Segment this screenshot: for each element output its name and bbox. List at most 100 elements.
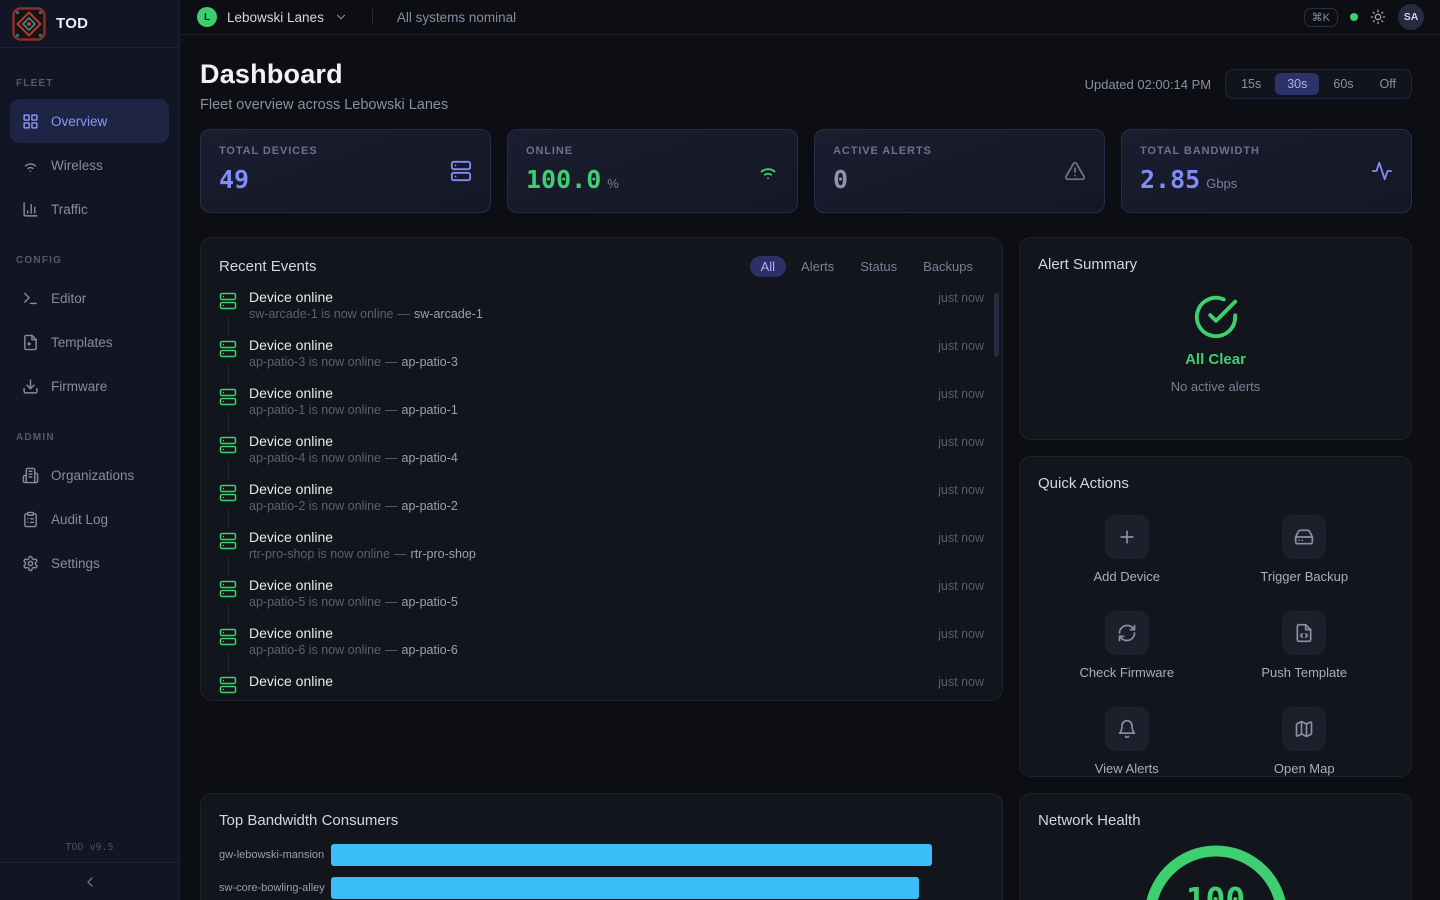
event-separator: — bbox=[385, 643, 398, 657]
wifi-icon bbox=[757, 160, 779, 182]
event-device: sw-arcade-1 bbox=[414, 307, 483, 321]
server-icon bbox=[219, 580, 237, 598]
topbar-divider bbox=[372, 9, 373, 25]
event-description: sw-arcade-1 is now online—sw-arcade-1 bbox=[249, 307, 483, 321]
bar-chart-icon bbox=[22, 201, 39, 218]
sidebar-header: TOD bbox=[0, 0, 179, 48]
refresh-option-15s[interactable]: 15s bbox=[1229, 73, 1273, 95]
event-device: ap-patio-4 bbox=[402, 451, 458, 465]
event-desc-text: ap-patio-3 is now online bbox=[249, 355, 381, 369]
event-desc-text: ap-patio-1 is now online bbox=[249, 403, 381, 417]
event-row[interactable]: Device online just now ap-patio-1 is now… bbox=[219, 385, 984, 433]
event-title: Device online bbox=[249, 673, 333, 689]
org-avatar: L bbox=[197, 7, 217, 27]
main-area: L Lebowski Lanes All systems nominal ⌘K … bbox=[180, 0, 1440, 900]
building-icon bbox=[22, 467, 39, 484]
event-desc-text: rtr-pro-shop is now online bbox=[249, 547, 390, 561]
topbar-right: ⌘K SA bbox=[1304, 4, 1424, 30]
event-time: just now bbox=[938, 675, 984, 689]
sidebar-collapse-button[interactable] bbox=[0, 862, 179, 900]
org-switcher[interactable] bbox=[334, 10, 348, 24]
event-row[interactable]: Device online just now rtr-pro-shop is n… bbox=[219, 529, 984, 577]
theme-toggle-button[interactable] bbox=[1370, 9, 1386, 25]
bandwidth-device-label: sw-core-bowling-alley bbox=[219, 882, 331, 894]
event-filters: All Alerts Status Backups bbox=[750, 256, 984, 277]
event-row[interactable]: Device online just now ap-patio-3 is now… bbox=[219, 337, 984, 385]
page-content: Dashboard Fleet overview across Lebowski… bbox=[180, 35, 1440, 900]
event-title: Device online bbox=[249, 289, 333, 305]
event-time: just now bbox=[938, 531, 984, 545]
bandwidth-panel: Top Bandwidth Consumers gw-lebowski-mans… bbox=[200, 793, 1003, 900]
sidebar-item-traffic[interactable]: Traffic bbox=[10, 187, 169, 231]
filter-backups[interactable]: Backups bbox=[912, 256, 984, 277]
right-column: Alert Summary All Clear No active alerts… bbox=[1019, 237, 1412, 777]
add-device-button[interactable]: Add Device bbox=[1038, 515, 1216, 584]
command-palette-button[interactable]: ⌘K bbox=[1304, 8, 1338, 27]
action-label: Trigger Backup bbox=[1260, 569, 1348, 584]
bandwidth-device-label: gw-lebowski-mansion bbox=[219, 849, 331, 861]
event-description: ap-patio-4 is now online—ap-patio-4 bbox=[249, 451, 458, 465]
refresh-icon bbox=[1117, 623, 1137, 643]
sidebar-item-label: Wireless bbox=[51, 158, 103, 173]
sidebar-item-overview[interactable]: Overview bbox=[10, 99, 169, 143]
view-alerts-button[interactable]: View Alerts bbox=[1038, 707, 1216, 776]
push-template-button[interactable]: Push Template bbox=[1216, 611, 1394, 680]
section-label-config: CONFIG bbox=[16, 255, 163, 266]
stat-label: ACTIVE ALERTS bbox=[833, 145, 1086, 157]
bell-icon bbox=[1117, 719, 1137, 739]
event-row[interactable]: Device online just now bbox=[219, 673, 984, 700]
event-row[interactable]: Device online just now ap-patio-6 is now… bbox=[219, 625, 984, 673]
topbar: L Lebowski Lanes All systems nominal ⌘K … bbox=[180, 0, 1440, 35]
scrollbar-thumb[interactable] bbox=[994, 293, 999, 357]
event-title: Device online bbox=[249, 337, 333, 353]
refresh-option-30s[interactable]: 30s bbox=[1275, 73, 1319, 95]
trigger-backup-button[interactable]: Trigger Backup bbox=[1216, 515, 1394, 584]
sidebar-item-templates[interactable]: Templates bbox=[10, 320, 169, 364]
bandwidth-track bbox=[331, 844, 984, 866]
event-description: ap-patio-2 is now online—ap-patio-2 bbox=[249, 499, 458, 513]
recent-events-panel: Recent Events All Alerts Status Backups bbox=[200, 237, 1003, 701]
network-health-panel: Network Health 100 bbox=[1019, 793, 1412, 900]
filter-status[interactable]: Status bbox=[849, 256, 908, 277]
event-time: just now bbox=[938, 435, 984, 449]
alert-detail: No active alerts bbox=[1171, 379, 1261, 394]
filter-alerts[interactable]: Alerts bbox=[790, 256, 845, 277]
event-time: just now bbox=[938, 291, 984, 305]
event-desc-text: sw-arcade-1 is now online bbox=[249, 307, 394, 321]
user-avatar[interactable]: SA bbox=[1398, 4, 1424, 30]
sidebar-item-editor[interactable]: Editor bbox=[10, 276, 169, 320]
grid-icon bbox=[22, 113, 39, 130]
map-icon bbox=[1294, 719, 1314, 739]
section-label-fleet: FLEET bbox=[16, 78, 163, 89]
sidebar-item-firmware[interactable]: Firmware bbox=[10, 364, 169, 408]
filter-all[interactable]: All bbox=[750, 256, 786, 277]
event-device: ap-patio-2 bbox=[402, 499, 458, 513]
file-code-icon bbox=[1294, 623, 1314, 643]
check-firmware-button[interactable]: Check Firmware bbox=[1038, 611, 1216, 680]
events-list: Device online just now sw-arcade-1 is no… bbox=[201, 285, 1002, 700]
app-version: TOD v9.5 bbox=[0, 842, 179, 862]
refresh-option-60s[interactable]: 60s bbox=[1321, 73, 1365, 95]
event-desc-text: ap-patio-5 is now online bbox=[249, 595, 381, 609]
open-map-button[interactable]: Open Map bbox=[1216, 707, 1394, 776]
event-separator: — bbox=[394, 547, 407, 561]
sidebar-item-organizations[interactable]: Organizations bbox=[10, 453, 169, 497]
event-separator: — bbox=[385, 499, 398, 513]
bandwidth-bar bbox=[331, 877, 919, 899]
main-grid: Recent Events All Alerts Status Backups bbox=[200, 237, 1412, 900]
event-row[interactable]: Device online just now ap-patio-2 is now… bbox=[219, 481, 984, 529]
event-row[interactable]: Device online just now ap-patio-4 is now… bbox=[219, 433, 984, 481]
stat-value: 2.85 bbox=[1140, 165, 1200, 194]
sidebar-item-audit-log[interactable]: Audit Log bbox=[10, 497, 169, 541]
event-title: Device online bbox=[249, 529, 333, 545]
event-row[interactable]: Device online just now ap-patio-5 is now… bbox=[219, 577, 984, 625]
sidebar-item-settings[interactable]: Settings bbox=[10, 541, 169, 585]
sun-icon bbox=[1370, 9, 1386, 25]
event-row[interactable]: Device online just now sw-arcade-1 is no… bbox=[219, 289, 984, 337]
sidebar-item-wireless[interactable]: Wireless bbox=[10, 143, 169, 187]
event-device: ap-patio-5 bbox=[402, 595, 458, 609]
refresh-option-off[interactable]: Off bbox=[1368, 73, 1408, 95]
event-description: rtr-pro-shop is now online—rtr-pro-shop bbox=[249, 547, 476, 561]
bandwidth-chart: gw-lebowski-mansion sw-core-bowling-alle… bbox=[219, 844, 984, 899]
page-title: Dashboard bbox=[200, 59, 448, 90]
